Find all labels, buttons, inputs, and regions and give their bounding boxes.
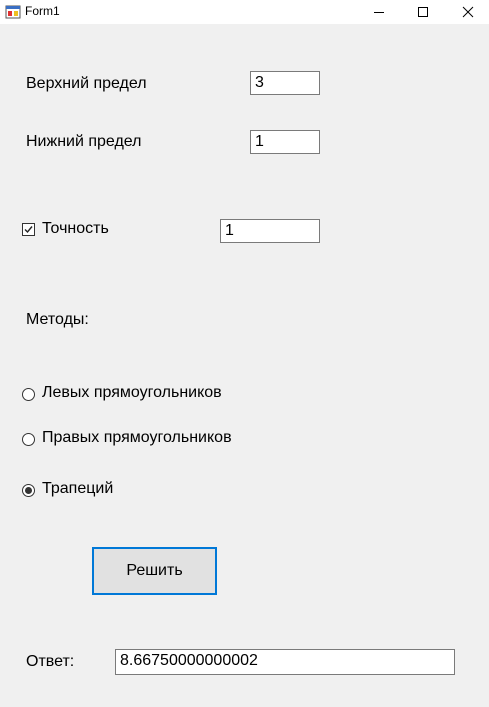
precision-input[interactable]: 1 — [220, 219, 320, 243]
minimize-icon — [374, 12, 384, 13]
upper-limit-label: Верхний предел — [26, 75, 147, 92]
radio-trapezoid-label[interactable]: Трапеций — [42, 480, 113, 498]
radio-left-rectangles-label[interactable]: Левых прямоугольников — [42, 384, 222, 402]
lower-limit-input[interactable]: 1 — [250, 130, 320, 154]
solve-button[interactable]: Решить — [92, 547, 217, 595]
methods-heading: Методы: — [26, 311, 89, 328]
checkmark-icon — [24, 226, 33, 234]
radio-right-rectangles[interactable] — [22, 433, 35, 446]
radio-left-rectangles[interactable] — [22, 388, 35, 401]
lower-limit-label: Нижний предел — [26, 133, 142, 150]
close-button[interactable] — [445, 0, 489, 24]
radio-trapezoid[interactable] — [22, 484, 35, 497]
radio-selected-dot — [25, 487, 32, 494]
maximize-icon — [418, 7, 428, 17]
winforms-app-icon — [5, 5, 21, 19]
radio-right-rectangles-label[interactable]: Правых прямоугольников — [42, 429, 232, 447]
upper-limit-input[interactable]: 3 — [250, 71, 320, 95]
maximize-button[interactable] — [400, 0, 446, 24]
minimize-button[interactable] — [356, 0, 402, 24]
answer-label: Ответ: — [26, 653, 75, 670]
precision-checkbox[interactable] — [22, 223, 35, 236]
close-icon — [462, 6, 474, 18]
title-bar[interactable]: Form1 — [0, 0, 489, 24]
answer-output[interactable]: 8.66750000000002 — [115, 649, 455, 675]
precision-label[interactable]: Точность — [42, 220, 109, 238]
window-title: Form1 — [25, 4, 60, 18]
